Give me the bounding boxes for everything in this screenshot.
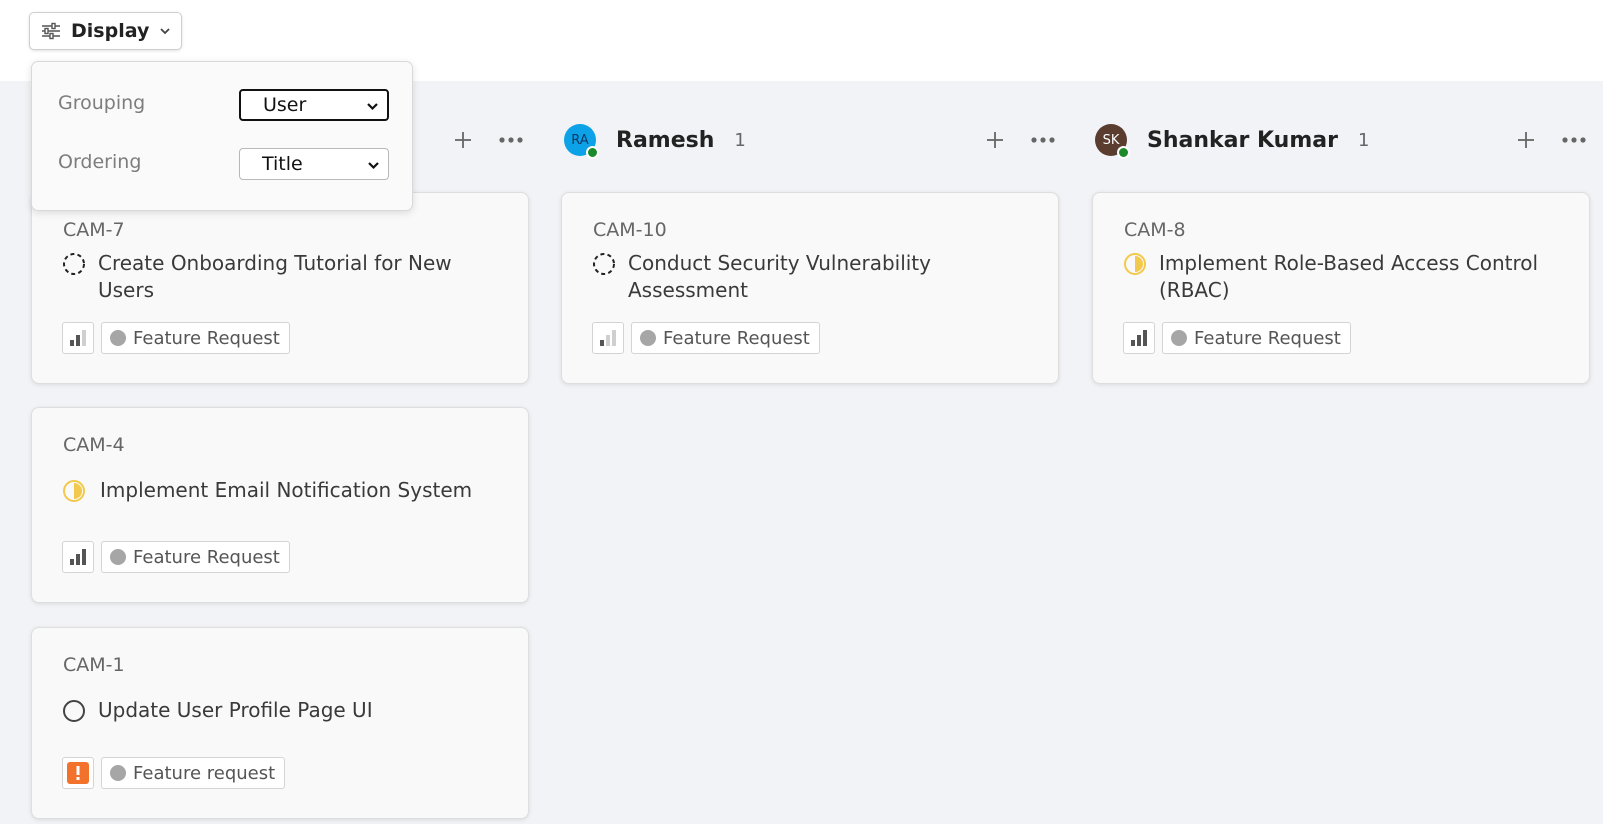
online-status-dot <box>586 146 599 159</box>
label-text: Feature request <box>133 762 276 784</box>
column-more-button[interactable] <box>1028 120 1058 160</box>
issue-card[interactable]: CAM-7 Create Onboarding Tutorial for New… <box>31 192 529 384</box>
sliders-icon <box>41 22 61 40</box>
in-progress-status-icon[interactable] <box>62 479 86 503</box>
issue-id: CAM-4 <box>63 434 125 456</box>
avatar: RA <box>564 124 599 159</box>
column-header-ramesh: RA Ramesh 1 <box>564 120 746 160</box>
add-issue-button[interactable] <box>981 120 1009 160</box>
chevron-down-icon <box>366 94 379 116</box>
label-tag[interactable]: Feature Request <box>1162 322 1351 354</box>
issue-title: Conduct Security Vulnerability Assessmen… <box>628 251 931 302</box>
backlog-status-icon[interactable] <box>592 252 616 276</box>
label-tag[interactable]: Feature Request <box>101 322 290 354</box>
ordering-select-value: Title <box>262 153 303 175</box>
more-horizontal-icon <box>499 137 523 143</box>
plus-icon <box>987 132 1003 148</box>
issue-title: Implement Email Notification System <box>100 478 473 502</box>
add-issue-button[interactable] <box>449 120 477 160</box>
in-progress-status-icon[interactable] <box>1123 252 1147 276</box>
plus-icon <box>455 132 471 148</box>
plus-icon <box>1518 132 1534 148</box>
more-horizontal-icon <box>1562 137 1586 143</box>
column-count: 1 <box>734 129 746 151</box>
label-tag[interactable]: Feature Request <box>101 541 290 573</box>
avatar: SK <box>1095 124 1130 159</box>
issue-title: Update User Profile Page UI <box>98 698 373 722</box>
issue-card[interactable]: CAM-4 Implement Email Notification Syste… <box>31 407 529 603</box>
grouping-label: Grouping <box>58 92 146 114</box>
issue-title: Create Onboarding Tutorial for New Users <box>98 251 452 302</box>
display-options-popover: Grouping User Ordering Title <box>31 61 413 211</box>
issue-id: CAM-10 <box>593 219 667 241</box>
backlog-status-icon[interactable] <box>62 252 86 276</box>
label-text: Feature Request <box>133 546 280 568</box>
priority-low-icon[interactable] <box>592 322 624 354</box>
issue-id: CAM-1 <box>63 654 125 676</box>
issue-id: CAM-8 <box>1124 219 1186 241</box>
priority-high-icon[interactable] <box>62 541 94 573</box>
issue-card[interactable]: CAM-10 Conduct Security Vulnerability As… <box>561 192 1059 384</box>
label-color-dot <box>110 765 126 781</box>
label-text: Feature Request <box>663 327 810 349</box>
issue-card[interactable]: CAM-1 Update User Profile Page UI Featur… <box>31 627 529 819</box>
label-color-dot <box>1171 330 1187 346</box>
issue-card[interactable]: CAM-8 Implement Role-Based Access Contro… <box>1092 192 1590 384</box>
online-status-dot <box>1117 146 1130 159</box>
column-count: 1 <box>1357 129 1370 151</box>
column-header-shankar-kumar: SK Shankar Kumar 1 <box>1095 120 1369 160</box>
grouping-select-value: User <box>263 94 307 116</box>
issue-title: Implement Role-Based Access Control (RBA… <box>1159 251 1539 302</box>
column-title: Ramesh <box>616 127 715 153</box>
priority-urgent-icon[interactable] <box>62 757 94 789</box>
label-color-dot <box>110 549 126 565</box>
label-text: Feature Request <box>1194 327 1341 349</box>
priority-high-icon[interactable] <box>1123 322 1155 354</box>
ordering-select[interactable]: Title <box>239 148 389 180</box>
column-more-button[interactable] <box>496 120 526 160</box>
more-horizontal-icon <box>1031 137 1055 143</box>
label-text: Feature Request <box>133 327 280 349</box>
priority-medium-icon[interactable] <box>62 322 94 354</box>
grouping-select[interactable]: User <box>239 89 389 121</box>
column-more-button[interactable] <box>1559 120 1589 160</box>
add-issue-button[interactable] <box>1512 120 1540 160</box>
issue-id: CAM-7 <box>63 219 125 241</box>
label-color-dot <box>110 330 126 346</box>
column-title: Shankar Kumar <box>1147 127 1338 153</box>
chevron-down-icon <box>367 153 380 175</box>
chevron-down-icon <box>159 27 171 35</box>
ordering-label: Ordering <box>58 151 142 173</box>
label-color-dot <box>640 330 656 346</box>
todo-status-icon[interactable] <box>62 699 86 723</box>
label-tag[interactable]: Feature Request <box>631 322 820 354</box>
display-button-label: Display <box>71 20 150 42</box>
display-button[interactable]: Display <box>29 12 182 50</box>
label-tag[interactable]: Feature request <box>101 757 286 789</box>
